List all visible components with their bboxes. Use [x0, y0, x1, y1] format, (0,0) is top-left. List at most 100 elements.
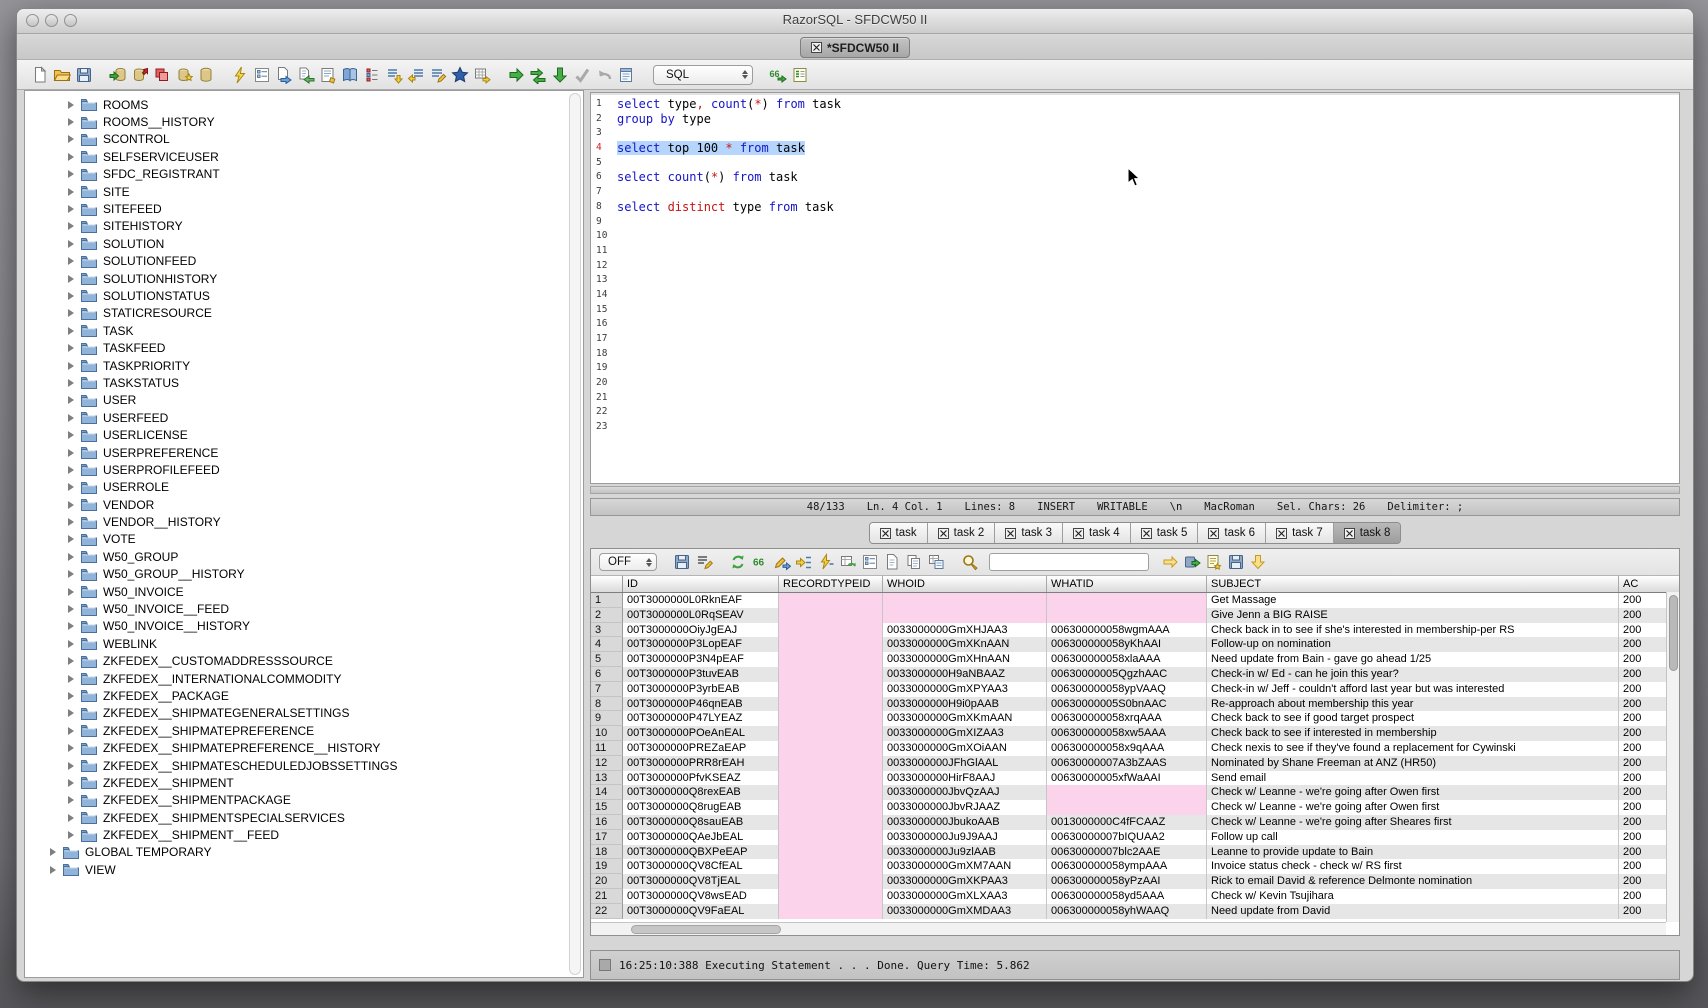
cell-subj[interactable]: Check w/ Leanne - we're going after Owen… [1207, 785, 1619, 800]
cell-rt[interactable] [779, 830, 883, 845]
code-line[interactable]: select distinct type from task [617, 200, 1677, 215]
cell-id[interactable]: 00T3000000Q8rexEAB [623, 785, 779, 800]
tree-item-sfdc-registrant[interactable]: SFDC_REGISTRANT [25, 166, 583, 183]
table-row[interactable]: 800T3000000P46qnEAB0033000000H9i0pAAB006… [591, 697, 1679, 712]
go-orange-button[interactable] [1159, 552, 1181, 572]
cell-who[interactable]: 0033000000GmXPYAA3 [883, 682, 1047, 697]
cell-what[interactable] [1047, 800, 1207, 815]
table-row[interactable]: 200T3000000L0RqSEAVGive Jenn a BIG RAISE… [591, 608, 1679, 623]
copy-red-button[interactable] [151, 65, 173, 85]
cell-what[interactable]: 00630000007bIQUAA2 [1047, 830, 1207, 845]
undo-button[interactable] [593, 65, 615, 85]
column-header-id[interactable]: ID [623, 576, 779, 592]
cell-id[interactable]: 00T3000000P3tuvEAB [623, 667, 779, 682]
column-header-subject[interactable]: SUBJECT [1207, 576, 1619, 592]
cell-id[interactable]: 00T3000000PRR8rEAH [623, 756, 779, 771]
disclosure-triangle-icon[interactable] [68, 570, 74, 578]
export-page-button[interactable] [273, 65, 295, 85]
page-button[interactable] [881, 552, 903, 572]
new-file-button[interactable] [29, 65, 51, 85]
disclosure-triangle-icon[interactable] [68, 675, 74, 683]
cell-rt[interactable] [779, 593, 883, 608]
column-header-recordtypeid[interactable]: RECORDTYPEID [779, 576, 883, 592]
cell-subj[interactable]: Check back in to see if she's interested… [1207, 623, 1619, 638]
save-button[interactable] [73, 65, 95, 85]
disclosure-triangle-icon[interactable] [68, 814, 74, 822]
tree-item-userrole[interactable]: USERROLE [25, 479, 583, 496]
tree-item-w50-group[interactable]: W50_GROUP [25, 548, 583, 565]
tree-item-staticresource[interactable]: STATICRESOURCE [25, 305, 583, 322]
import-page-button[interactable] [295, 65, 317, 85]
book-button[interactable] [339, 65, 361, 85]
sql-editor[interactable]: 1234567891011121314151617181920212223 se… [590, 92, 1680, 484]
disclosure-triangle-icon[interactable] [68, 153, 74, 161]
tab-close-icon[interactable] [1276, 528, 1287, 539]
tree-item-zkfedex-shipmatescheduledjobssettings[interactable]: ZKFEDEX__SHIPMATESCHEDULEDJOBSSETTINGS [25, 757, 583, 774]
cell-what[interactable]: 006300000058yKhAAI [1047, 637, 1207, 652]
tree-item-zkfedex-shipment-feed[interactable]: ZKFEDEX__SHIPMENT__FEED [25, 826, 583, 843]
cell-id[interactable]: 00T3000000P46qnEAB [623, 697, 779, 712]
table-row[interactable]: 1400T3000000Q8rexEAB0033000000JbvQzAAJCh… [591, 785, 1679, 800]
tree-item-solutionfeed[interactable]: SOLUTIONFEED [25, 253, 583, 270]
cell-what[interactable]: 00630000005QgzhAAC [1047, 667, 1207, 682]
editor-code[interactable]: select type, count(*) from taskgroup by … [617, 97, 1677, 435]
disclosure-triangle-icon[interactable] [68, 292, 74, 300]
result-tab-task-4[interactable]: task 4 [1063, 523, 1131, 543]
cell-id[interactable]: 00T3000000QV9FaEAL [623, 904, 779, 919]
insert-row-button[interactable] [793, 552, 815, 572]
disclosure-triangle-icon[interactable] [68, 466, 74, 474]
star-button[interactable] [449, 65, 471, 85]
disclosure-triangle-icon[interactable] [68, 796, 74, 804]
db-add-button[interactable] [173, 65, 195, 85]
disclosure-triangle-icon[interactable] [68, 396, 74, 404]
tab-close-icon[interactable] [880, 528, 891, 539]
cell-subj[interactable]: Rick to email David & reference Delmonte… [1207, 874, 1619, 889]
result-tab-task-7[interactable]: task 7 [1266, 523, 1334, 543]
tree-item-taskpriority[interactable]: TASKPRIORITY [25, 357, 583, 374]
cell-who[interactable]: 0033000000H9aNBAAZ [883, 667, 1047, 682]
cell-subj[interactable]: Check-in w/ Ed - can he join this year? [1207, 667, 1619, 682]
scroll-thumb[interactable] [631, 925, 781, 934]
tree-item-zkfedex-shipmatepreference-history[interactable]: ZKFEDEX__SHIPMATEPREFERENCE__HISTORY [25, 739, 583, 756]
column-header-ac[interactable]: AC [1619, 576, 1679, 592]
table-row[interactable]: 1200T3000000PRR8rEAH0033000000JFhGlAAL00… [591, 756, 1679, 771]
table-row[interactable]: 2000T3000000QV8TjEAL0033000000GmXKPAA300… [591, 874, 1679, 889]
cell-id[interactable]: 00T3000000L0RknEAF [623, 593, 779, 608]
cell-rt[interactable] [779, 697, 883, 712]
cell-who[interactable]: 0033000000H9i0pAAB [883, 697, 1047, 712]
cell-who[interactable]: 0033000000JbukoAAB [883, 815, 1047, 830]
code-line[interactable] [617, 303, 1677, 318]
cell-what[interactable]: 006300000058yd5AAA [1047, 889, 1207, 904]
disclosure-triangle-icon[interactable] [50, 866, 56, 874]
cell-rt[interactable] [779, 845, 883, 860]
code-line[interactable] [617, 244, 1677, 259]
open-folder-button[interactable] [51, 65, 73, 85]
note-edit-button[interactable] [317, 65, 339, 85]
cell-subj[interactable]: Leanne to provide update to Bain [1207, 845, 1619, 860]
update-bolt-button[interactable] [815, 552, 837, 572]
tree-item-weblink[interactable]: WEBLINK [25, 635, 583, 652]
grid-horizontal-scrollbar[interactable] [591, 922, 1666, 935]
code-line[interactable] [617, 405, 1677, 420]
cell-subj[interactable]: Check nexis to see if they've found a re… [1207, 741, 1619, 756]
disclosure-triangle-icon[interactable] [68, 362, 74, 370]
result-tab-task-3[interactable]: task 3 [995, 523, 1063, 543]
scroll-thumb[interactable] [1669, 595, 1678, 671]
cell-what[interactable]: 006300000058xw5AAA [1047, 726, 1207, 741]
form-button[interactable] [859, 552, 881, 572]
script-add-button[interactable] [1203, 552, 1225, 572]
tree-item-w50-group-history[interactable]: W50_GROUP__HISTORY [25, 566, 583, 583]
cell-subj[interactable]: Follow-up on nomination [1207, 637, 1619, 652]
cell-id[interactable]: 00T3000000P47LYEAZ [623, 711, 779, 726]
code-line[interactable] [617, 361, 1677, 376]
cell-what[interactable]: 00630000005S0bnAAC [1047, 697, 1207, 712]
tree-item-zkfedex-shipmatepreference[interactable]: ZKFEDEX__SHIPMATEPREFERENCE [25, 722, 583, 739]
table-row[interactable]: 2200T3000000QV9FaEAL0033000000GmXMDAA300… [591, 904, 1679, 919]
disclosure-triangle-icon[interactable] [68, 135, 74, 143]
tree-item-taskfeed[interactable]: TASKFEED [25, 339, 583, 356]
disclosure-triangle-icon[interactable] [68, 762, 74, 770]
cell-what[interactable] [1047, 785, 1207, 800]
db-disconnect-button[interactable] [129, 65, 151, 85]
table-row[interactable]: 2100T3000000QV8wsEAD0033000000GmXLXAA300… [591, 889, 1679, 904]
code-line[interactable] [617, 391, 1677, 406]
